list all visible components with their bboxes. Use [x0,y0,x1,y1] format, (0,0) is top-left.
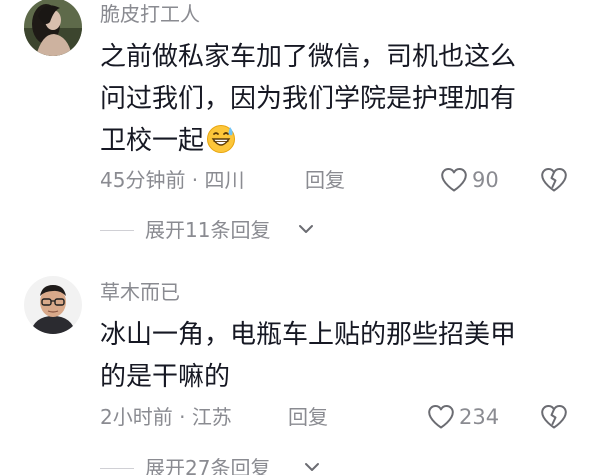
divider-line [100,230,134,231]
avatar[interactable] [24,276,82,334]
chevron-down-icon [305,463,319,471]
time-location: 2小时前 · 江苏 [100,405,232,429]
comment-text: 冰山一角，电瓶车上贴的那些招美甲 的是干嘛的 [100,314,580,398]
username[interactable]: 脆皮打工人 [100,2,200,26]
avatar[interactable] [24,0,82,56]
comment-meta-row: 45分钟前 · 四川 回复 90 [100,165,580,195]
user-photo-avatar-icon [24,0,82,56]
dislike-button[interactable] [540,403,568,431]
chevron-down-icon [299,225,313,233]
comments-list: 脆皮打工人 之前做私家车加了微信，司机也这么 问过我们，因为我们学院是护理加有 … [0,0,600,475]
broken-heart-icon [541,405,567,429]
comment-meta-row: 2小时前 · 江苏 回复 234 [100,402,580,432]
like-count: 234 [459,405,500,429]
broken-heart-icon [541,168,567,192]
time-location: 45分钟前 · 四川 [100,168,245,192]
comment-location: 四川 [204,168,245,192]
username[interactable]: 草木而已 [100,280,180,304]
reply-button[interactable]: 回复 [288,405,328,429]
comment-location: 江苏 [191,405,232,429]
grinning-sweat-emoji-icon [206,124,236,154]
expand-replies-label: 展开27条回复 [145,456,271,475]
divider-line [100,468,134,469]
comment-text-body: 之前做私家车加了微信，司机也这么 问过我们，因为我们学院是护理加有 卫校一起 [100,42,517,156]
heart-icon [428,405,454,429]
comment-time: 45分钟前 [100,168,186,192]
dislike-button[interactable] [540,166,568,194]
comment-time: 2小时前 [100,405,173,429]
like-count: 90 [472,168,499,192]
expand-replies-label: 展开11条回复 [145,218,271,242]
heart-icon [441,168,467,192]
comment-text-body: 冰山一角，电瓶车上贴的那些招美甲 的是干嘛的 [100,320,517,392]
comment-text: 之前做私家车加了微信，司机也这么 问过我们，因为我们学院是护理加有 卫校一起 [100,36,580,162]
reply-button[interactable]: 回复 [305,168,345,192]
user-photo-avatar-icon [24,276,82,334]
